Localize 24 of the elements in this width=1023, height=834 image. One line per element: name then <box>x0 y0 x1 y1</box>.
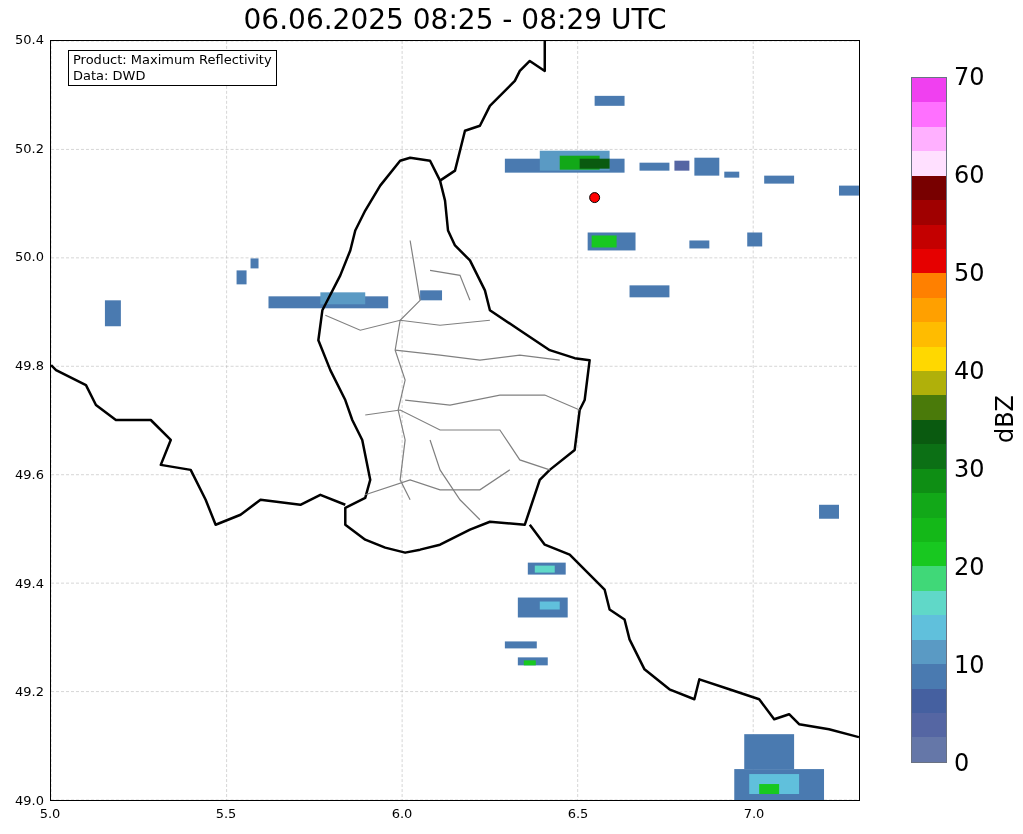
x-tick-label: 6.5 <box>566 806 590 822</box>
x-tick-label: 5.5 <box>214 806 238 822</box>
y-tick-label: 49.0 <box>14 793 44 809</box>
info-box: Product: Maximum Reflectivity Data: DWD <box>68 50 277 86</box>
y-tick-label: 49.4 <box>14 575 44 592</box>
colorbar-tick-label: 30 <box>954 455 985 483</box>
y-tick-label: 50.2 <box>14 140 44 157</box>
colorbar-tick-label: 60 <box>954 161 985 189</box>
y-tick-label: 49.2 <box>14 684 44 701</box>
y-tick-label: 50.4 <box>14 32 44 48</box>
y-tick-label: 49.8 <box>14 358 44 375</box>
x-tick-label: 7.0 <box>742 806 766 822</box>
chart-title: 06.06.2025 08:25 - 08:29 UTC <box>242 2 668 38</box>
colorbar-tick-label: 40 <box>954 357 985 385</box>
x-tick-label: 6.0 <box>390 806 414 822</box>
colorbar-tick-label: 70 <box>954 63 985 91</box>
y-tick-label: 49.6 <box>14 466 44 483</box>
colorbar-tick-label: 20 <box>954 553 985 581</box>
colorbar-tick-label: 50 <box>954 259 985 287</box>
colorbar-tick-label: 10 <box>954 651 985 679</box>
x-tick-label: 5.0 <box>38 806 62 822</box>
colorbar-tick-label: 0 <box>954 749 970 777</box>
y-tick-label: 50.0 <box>14 249 44 266</box>
colorbar-label: dBZ <box>991 393 1019 446</box>
